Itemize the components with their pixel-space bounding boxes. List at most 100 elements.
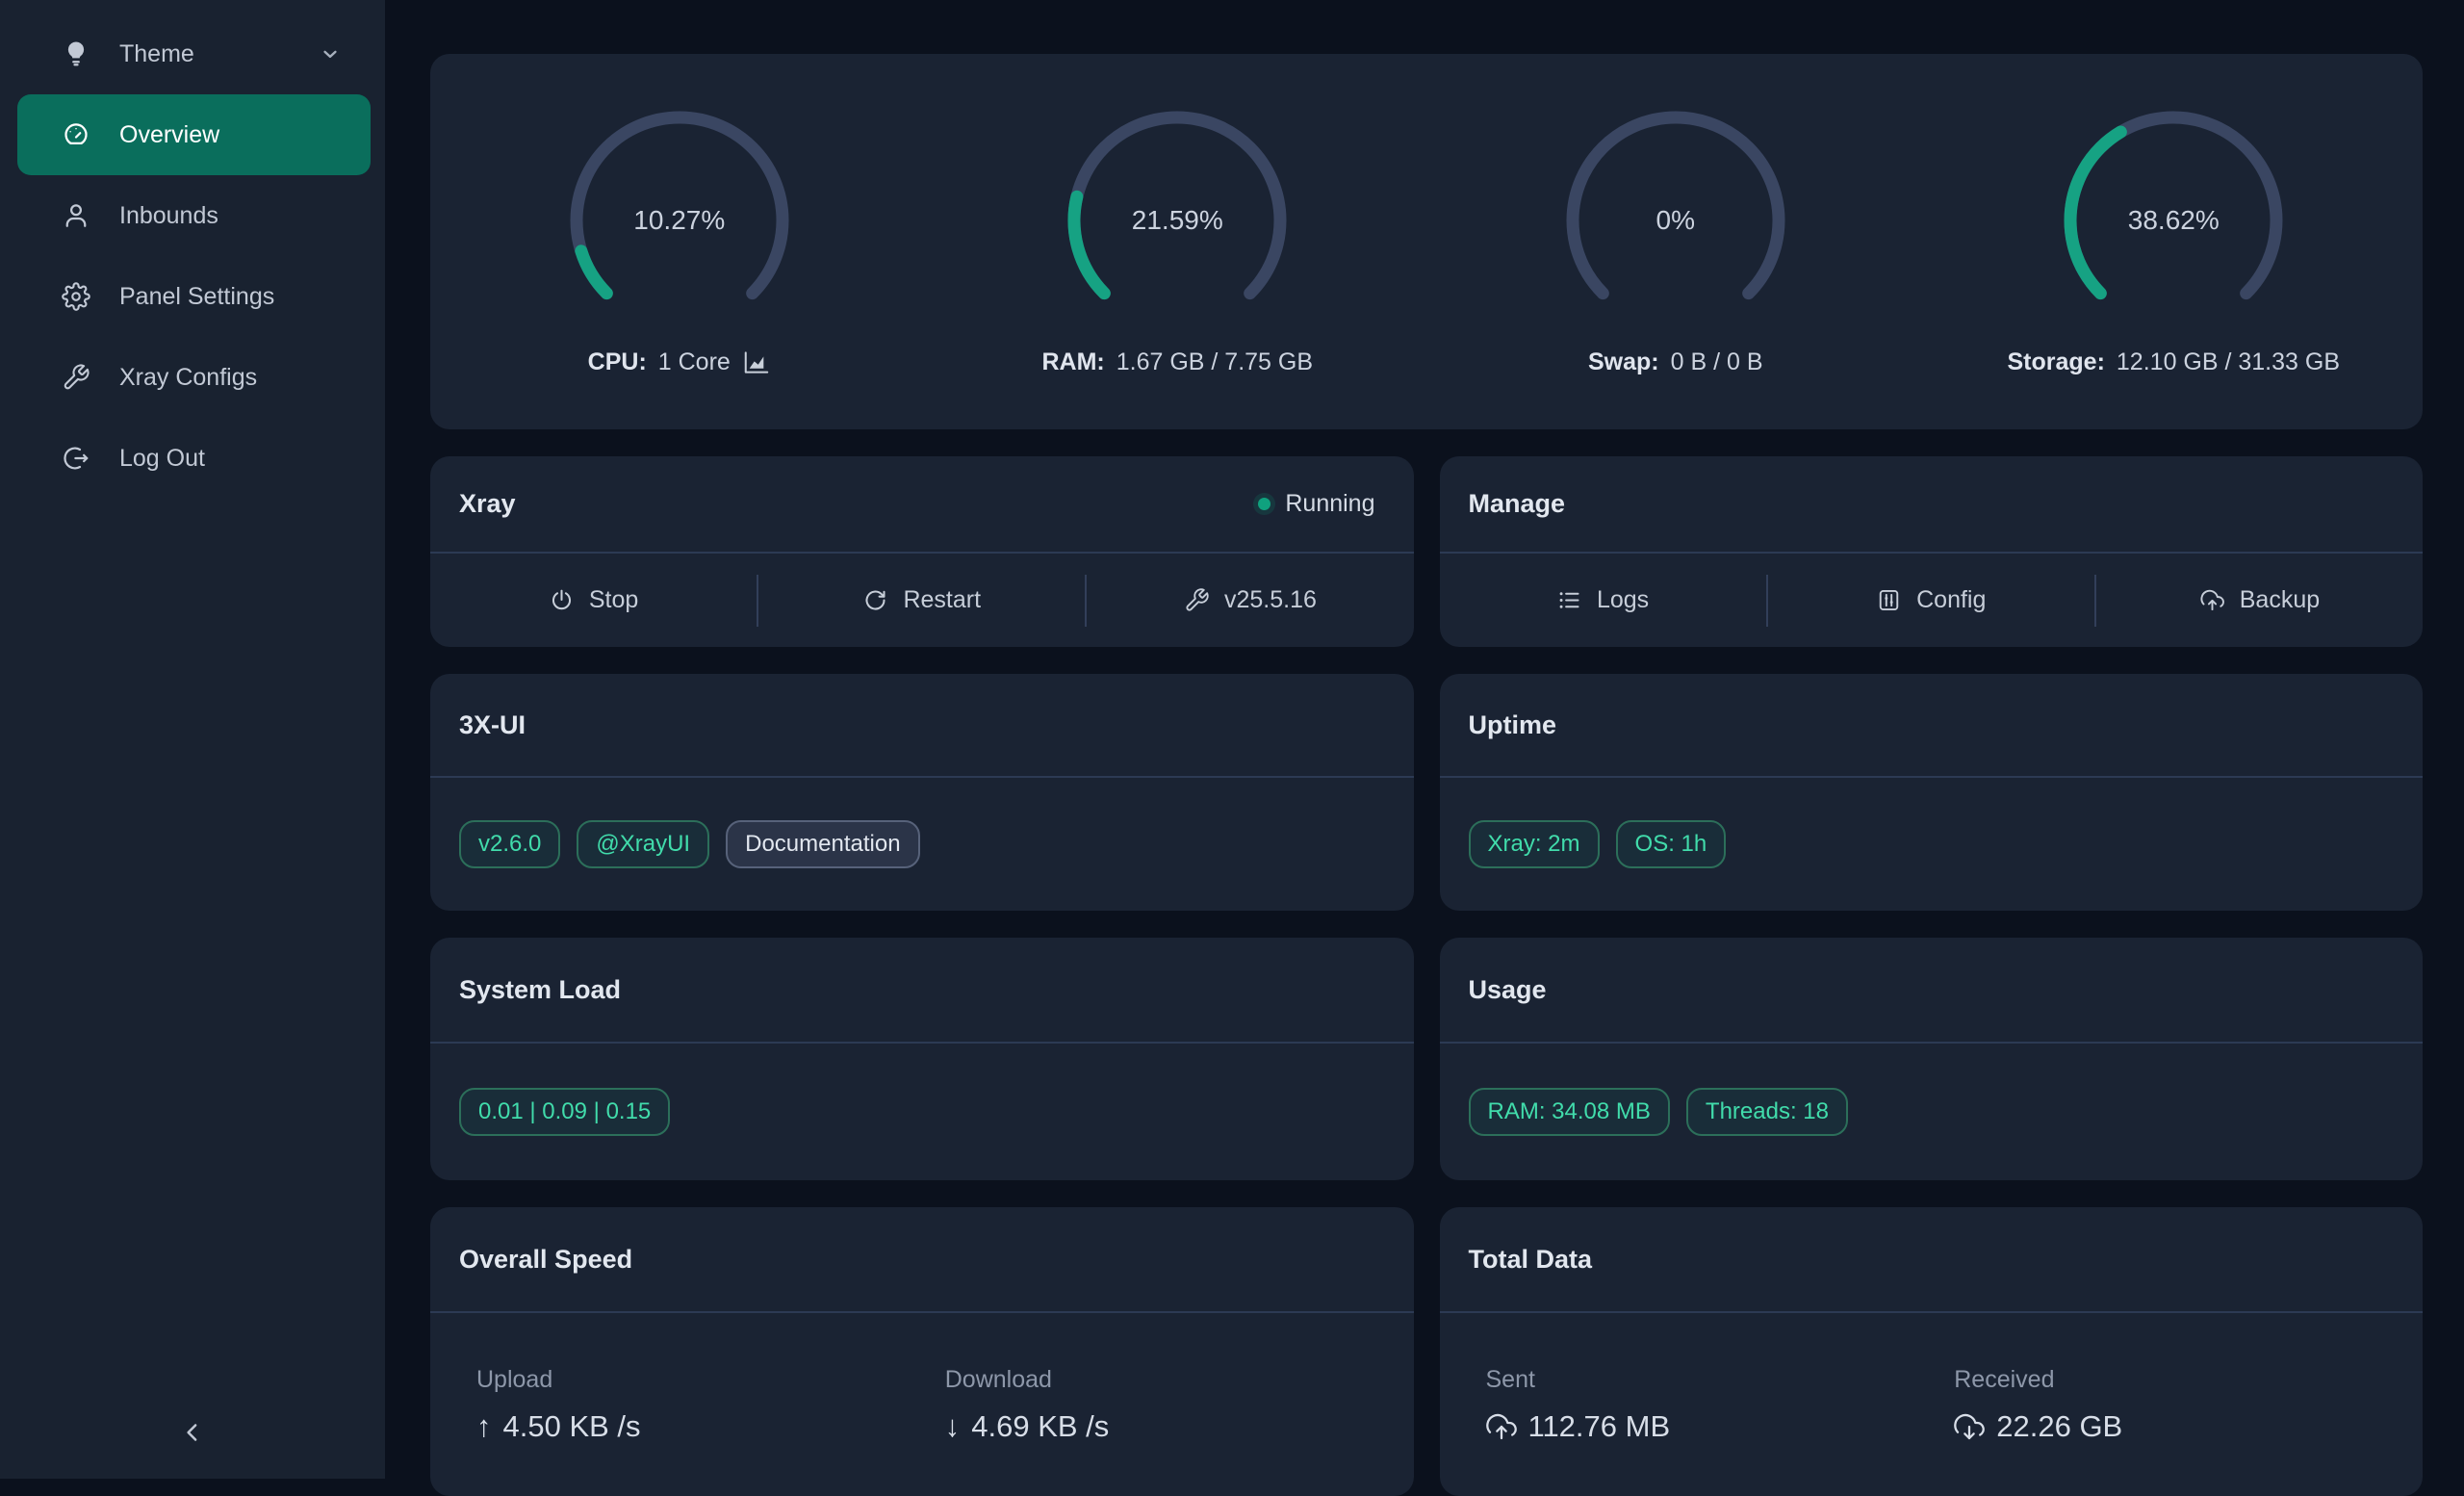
chevron-down-icon — [318, 41, 343, 66]
storage-gauge-value: 38.62% — [2057, 104, 2290, 337]
sidebar-nav: Theme Overview — [0, 0, 385, 499]
overall-speed-card-header: Overall Speed — [430, 1207, 1414, 1313]
system-load-card: System Load 0.01 | 0.09 | 0.15 — [430, 938, 1414, 1180]
sent-value: 112.76 MB — [1486, 1409, 1955, 1444]
lightbulb-icon — [62, 39, 90, 68]
system-stats-card: 10.27% CPU: 1 Core 21.59% — [430, 54, 2423, 429]
restart-icon — [862, 587, 888, 613]
ram-usage-tag: RAM: 34.08 MB — [1469, 1088, 1670, 1136]
xray-status-badge: Running — [1258, 490, 1374, 518]
system-load-card-title: System Load — [459, 975, 621, 1005]
uptime-card: Uptime Xray: 2m OS: 1h — [1440, 674, 2424, 911]
version-tag[interactable]: v2.6.0 — [459, 820, 560, 868]
ram-gauge-label: RAM: 1.67 GB / 7.75 GB — [1041, 348, 1313, 376]
speedometer-icon — [62, 120, 90, 149]
received-value: 22.26 GB — [1954, 1409, 2423, 1444]
wrench-icon — [62, 363, 90, 392]
arrow-down-icon: ↓ — [945, 1411, 961, 1441]
config-button[interactable]: Config — [1768, 554, 2094, 647]
system-load-tags: 0.01 | 0.09 | 0.15 — [430, 1044, 1414, 1180]
main-content: 10.27% CPU: 1 Core 21.59% — [430, 54, 2423, 1496]
uptime-tags: Xray: 2m OS: 1h — [1440, 778, 2424, 911]
wrench-icon — [1184, 587, 1210, 613]
sidebar-item-label: Xray Configs — [119, 364, 257, 392]
swap-gauge-value: 0% — [1559, 104, 1792, 337]
xui-card-header: 3X-UI — [430, 674, 1414, 778]
sidebar: Theme Overview — [0, 0, 385, 1479]
xray-version-button[interactable]: v25.5.16 — [1087, 554, 1413, 647]
xray-card-title: Xray — [459, 489, 516, 519]
sidebar-item-logout[interactable]: Log Out — [0, 418, 385, 499]
arrow-up-icon: ↑ — [476, 1411, 492, 1441]
manage-card: Manage Logs — [1440, 456, 2424, 647]
usage-tags: RAM: 34.08 MB Threads: 18 — [1440, 1044, 2424, 1180]
sidebar-item-theme[interactable]: Theme — [0, 13, 385, 94]
status-dot-icon — [1258, 498, 1270, 510]
xui-tags: v2.6.0 @XrayUI Documentation — [430, 778, 1414, 911]
xui-card-title: 3X-UI — [459, 710, 526, 740]
xray-actions: Stop Restart — [430, 554, 1414, 647]
logs-button[interactable]: Logs — [1440, 554, 1766, 647]
xray-card-header: Xray Running — [430, 456, 1414, 554]
xray-status-text: Running — [1285, 490, 1374, 518]
sidebar-item-xray-configs[interactable]: Xray Configs — [0, 337, 385, 418]
uptime-card-header: Uptime — [1440, 674, 2424, 778]
cpu-gauge-value: 10.27% — [563, 104, 796, 337]
load-average-tag: 0.01 | 0.09 | 0.15 — [459, 1088, 670, 1136]
download-value: ↓ 4.69 KB /s — [945, 1409, 1414, 1444]
storage-gauge: 38.62% Storage: 12.10 GB / 31.33 GB — [1925, 104, 2424, 429]
sidebar-item-overview[interactable]: Overview — [17, 94, 371, 175]
documentation-link-tag[interactable]: Documentation — [726, 820, 919, 868]
uptime-card-title: Uptime — [1469, 710, 1557, 740]
total-data-card-title: Total Data — [1469, 1245, 1593, 1275]
download-stat: Download ↓ 4.69 KB /s — [945, 1366, 1414, 1444]
xrayui-link-tag[interactable]: @XrayUI — [577, 820, 709, 868]
area-chart-icon[interactable] — [742, 349, 771, 375]
chevron-left-icon — [178, 1418, 207, 1447]
swap-gauge-label: Swap: 0 B / 0 B — [1588, 348, 1763, 376]
sidebar-item-label: Log Out — [119, 445, 205, 473]
stop-button[interactable]: Stop — [430, 554, 757, 647]
manage-card-header: Manage — [1440, 456, 2424, 554]
backup-button[interactable]: Backup — [2096, 554, 2423, 647]
manage-card-title: Manage — [1469, 489, 1566, 519]
sidebar-item-label: Overview — [119, 121, 219, 149]
xray-card: Xray Running Stop — [430, 456, 1414, 647]
cloud-upload-icon — [1486, 1411, 1517, 1442]
sidebar-item-label: Inbounds — [119, 202, 218, 230]
ram-gauge: 21.59% RAM: 1.67 GB / 7.75 GB — [929, 104, 1427, 429]
sliders-icon — [1876, 587, 1902, 613]
received-label: Received — [1954, 1366, 2423, 1394]
swap-gauge: 0% Swap: 0 B / 0 B — [1426, 104, 1925, 429]
overall-speed-body: Upload ↑ 4.50 KB /s Download ↓ 4.69 KB /… — [430, 1313, 1414, 1496]
ram-gauge-value: 21.59% — [1061, 104, 1294, 337]
power-icon — [549, 587, 575, 613]
sidebar-item-inbounds[interactable]: Inbounds — [0, 175, 385, 256]
user-icon — [62, 201, 90, 230]
total-data-body: Sent 112.76 MB Received — [1440, 1313, 2424, 1496]
cloud-backup-icon — [2199, 587, 2225, 613]
sidebar-item-panel-settings[interactable]: Panel Settings — [0, 256, 385, 337]
manage-actions: Logs Config — [1440, 554, 2424, 647]
os-uptime-tag: OS: 1h — [1616, 820, 1727, 868]
sidebar-item-label: Theme — [119, 40, 194, 68]
restart-button[interactable]: Restart — [758, 554, 1085, 647]
usage-card: Usage RAM: 34.08 MB Threads: 18 — [1440, 938, 2424, 1180]
xui-card: 3X-UI v2.6.0 @XrayUI Documentation — [430, 674, 1414, 911]
upload-stat: Upload ↑ 4.50 KB /s — [476, 1366, 945, 1444]
overall-speed-card-title: Overall Speed — [459, 1245, 632, 1275]
list-icon — [1556, 587, 1582, 613]
upload-label: Upload — [476, 1366, 945, 1394]
threads-tag: Threads: 18 — [1686, 1088, 1848, 1136]
upload-value: ↑ 4.50 KB /s — [476, 1409, 945, 1444]
download-label: Download — [945, 1366, 1414, 1394]
usage-card-title: Usage — [1469, 975, 1547, 1005]
sidebar-item-label: Panel Settings — [119, 283, 274, 311]
sidebar-collapse-button[interactable] — [0, 1407, 385, 1457]
system-load-card-header: System Load — [430, 938, 1414, 1044]
storage-gauge-label: Storage: 12.10 GB / 31.33 GB — [2008, 348, 2341, 376]
sent-stat: Sent 112.76 MB — [1486, 1366, 1955, 1444]
cpu-gauge: 10.27% CPU: 1 Core — [430, 104, 929, 429]
overall-speed-card: Overall Speed Upload ↑ 4.50 KB /s Downlo… — [430, 1207, 1414, 1496]
logout-icon — [62, 444, 90, 473]
